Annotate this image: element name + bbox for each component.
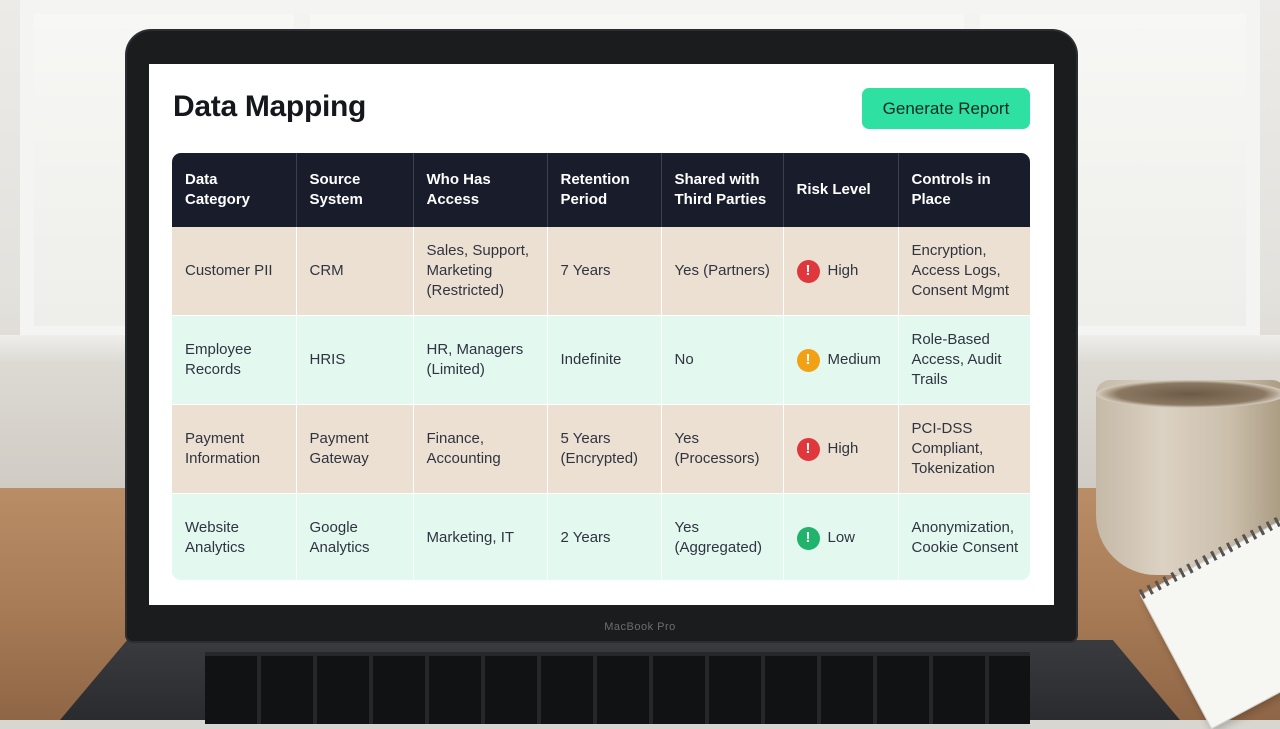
- cell-data-category: Payment Information: [172, 404, 297, 494]
- cell-retention-period: 2 Years: [547, 493, 662, 580]
- laptop-keyboard-keys: [205, 652, 1030, 724]
- cell-who-has-access: Marketing, IT: [413, 493, 548, 580]
- exclamation-icon: !: [796, 526, 820, 550]
- cell-controls: Role-Based Access, Audit Trails: [898, 315, 1030, 405]
- column-header-who-has-access[interactable]: Who Has Access: [413, 153, 548, 227]
- risk-label: High: [827, 262, 859, 279]
- risk-badge: ! High: [796, 227, 890, 315]
- cell-who-has-access: Sales, Support, Marketing (Restricted): [413, 227, 548, 316]
- cell-controls: Anonymization, Cookie Consent: [898, 493, 1030, 580]
- page-title: Data Mapping: [173, 90, 367, 123]
- cell-source-system: HRIS: [296, 315, 414, 405]
- cell-who-has-access: HR, Managers (Limited): [413, 315, 548, 405]
- column-header-controls[interactable]: Controls in Place: [898, 153, 1030, 227]
- cell-shared-third-parties: Yes (Partners): [661, 227, 784, 316]
- risk-badge: ! Low: [796, 494, 890, 580]
- risk-label: High: [827, 440, 859, 457]
- exclamation-icon: !: [796, 259, 820, 283]
- cell-who-has-access: Finance, Accounting: [413, 404, 548, 494]
- cell-data-category: Website Analytics: [172, 493, 297, 580]
- mug-rim: [1096, 380, 1280, 408]
- generate-report-button[interactable]: Generate Report: [862, 88, 1030, 129]
- table-header-row: Data Category Source System Who Has Acce…: [172, 153, 1030, 227]
- column-header-data-category[interactable]: Data Category: [172, 153, 297, 227]
- risk-badge: ! Medium: [796, 316, 890, 404]
- data-mapping-table-container: Data Category Source System Who Has Acce…: [172, 153, 1030, 580]
- risk-badge: ! High: [796, 405, 890, 493]
- cell-data-category: Employee Records: [172, 315, 297, 405]
- laptop-brand-label: MacBook Pro: [604, 621, 676, 633]
- cell-risk-level: ! High: [783, 404, 899, 494]
- app-screen: Data Mapping Generate Report Data Catego…: [149, 64, 1054, 605]
- cell-retention-period: Indefinite: [547, 315, 662, 405]
- column-header-shared-third-parties[interactable]: Shared with Third Parties: [661, 153, 784, 227]
- exclamation-icon: !: [796, 348, 820, 372]
- cell-risk-level: ! High: [783, 227, 899, 316]
- cell-shared-third-parties: No: [661, 315, 784, 405]
- cell-source-system: Payment Gateway: [296, 404, 414, 494]
- cell-retention-period: 5 Years (Encrypted): [547, 404, 662, 494]
- table-row[interactable]: Website Analytics Google Analytics Marke…: [172, 493, 1030, 580]
- column-header-retention-period[interactable]: Retention Period: [547, 153, 662, 227]
- column-header-source-system[interactable]: Source System: [296, 153, 414, 227]
- cell-source-system: Google Analytics: [296, 493, 414, 580]
- exclamation-icon: !: [796, 437, 820, 461]
- risk-label: Low: [827, 529, 856, 546]
- cell-risk-level: ! Low: [783, 493, 899, 580]
- cell-controls: PCI-DSS Compliant, Tokenization: [898, 404, 1030, 494]
- cell-risk-level: ! Medium: [783, 315, 899, 405]
- table-row[interactable]: Payment Information Payment Gateway Fina…: [172, 404, 1030, 494]
- table-row[interactable]: Customer PII CRM Sales, Support, Marketi…: [172, 227, 1030, 316]
- cell-source-system: CRM: [296, 227, 414, 316]
- table-row[interactable]: Employee Records HRIS HR, Managers (Limi…: [172, 315, 1030, 405]
- cell-shared-third-parties: Yes (Aggregated): [661, 493, 784, 580]
- cell-retention-period: 7 Years: [547, 227, 662, 316]
- column-header-risk-level[interactable]: Risk Level: [783, 153, 899, 227]
- data-mapping-table: Data Category Source System Who Has Acce…: [172, 153, 1030, 580]
- risk-label: Medium: [827, 351, 881, 368]
- cell-data-category: Customer PII: [172, 227, 297, 316]
- cell-controls: Encryption, Access Logs, Consent Mgmt: [898, 227, 1030, 316]
- cell-shared-third-parties: Yes (Processors): [661, 404, 784, 494]
